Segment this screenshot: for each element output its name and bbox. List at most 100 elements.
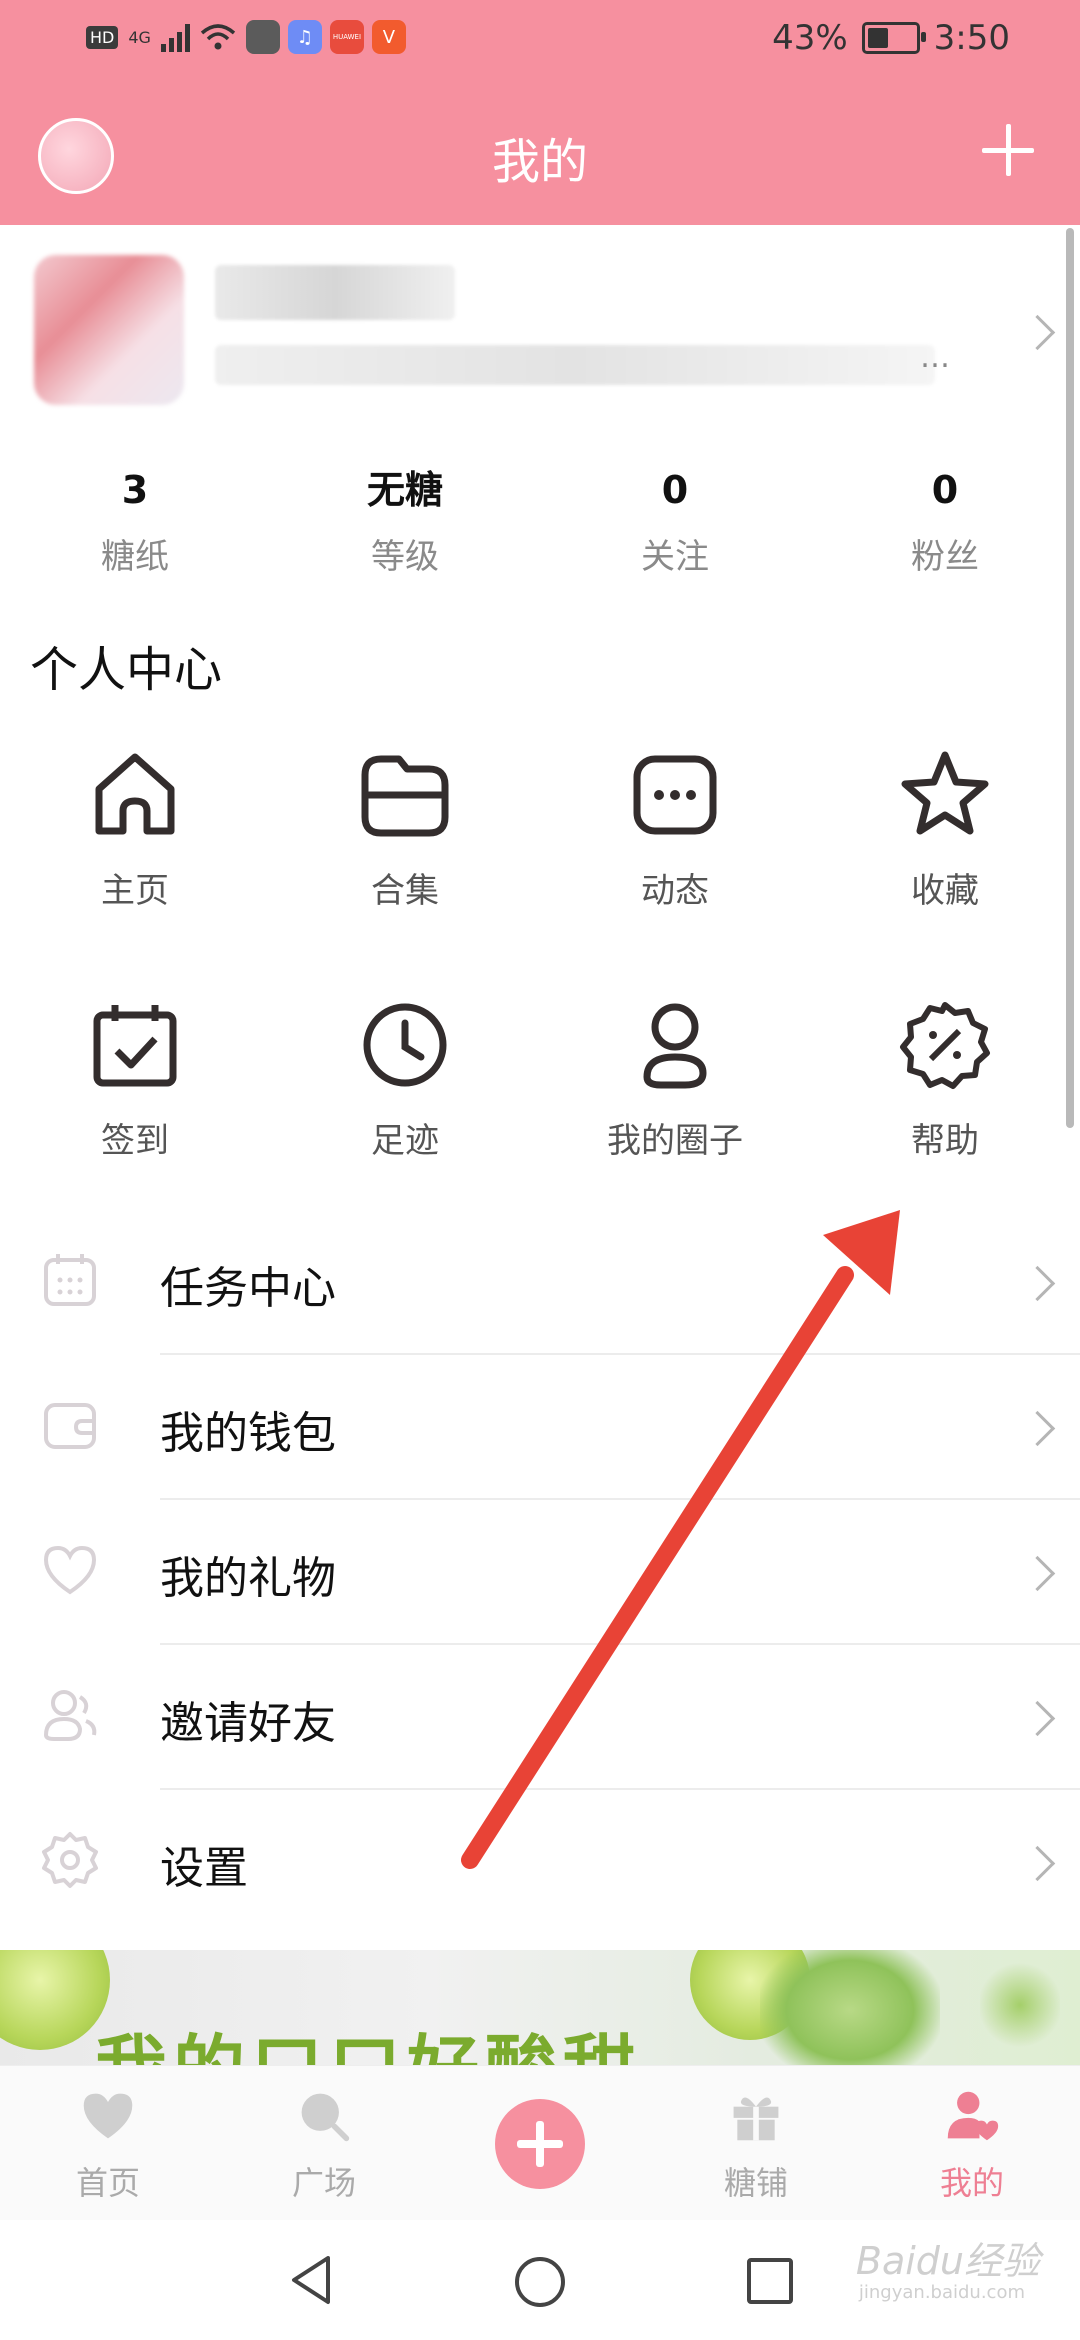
back-triangle-icon[interactable] (286, 2252, 336, 2308)
gift-icon (733, 2097, 779, 2141)
nav-tab-shop[interactable]: 糖铺 (648, 2066, 864, 2221)
stat-label: 糖纸 (101, 537, 169, 577)
gear-icon (42, 1832, 98, 1888)
stat-value: 无糖 (366, 468, 443, 512)
section-title: 个人中心 (30, 642, 223, 698)
list-item-settings[interactable]: 设置 (0, 1790, 1080, 1935)
profile-signature-blurred (215, 345, 935, 385)
grid-label: 签到 (101, 1121, 169, 1161)
grid-label: 主页 (101, 871, 169, 911)
home-icon (95, 753, 175, 835)
status-bar-right: 43% 3:50 (772, 18, 1010, 58)
chevron-right-icon (1019, 1700, 1056, 1737)
chevron-right-icon (1019, 1410, 1056, 1447)
nav-label-active: 我的 (939, 2164, 1004, 2202)
publish-button[interactable] (495, 2099, 585, 2189)
stat-label: 关注 (641, 537, 709, 577)
grid-item-dynamic[interactable]: 动态 (540, 745, 810, 965)
stat-level[interactable]: 无糖 等级 (270, 465, 540, 595)
chevron-right-icon (1019, 314, 1056, 351)
nav-label: 首页 (75, 2164, 140, 2202)
chevron-right-icon (1019, 1265, 1056, 1302)
grid-item-favorites[interactable]: 收藏 (810, 745, 1080, 965)
calendar-check-icon (93, 1005, 177, 1087)
list-item-task-center[interactable]: 任务中心 (0, 1210, 1080, 1355)
battery-fill (867, 28, 888, 48)
status-bar-left: HD 4G ♫ HUAWEI V (86, 20, 406, 54)
mint-leaves (760, 1950, 940, 2065)
list-label: 我的钱包 (160, 1408, 336, 1459)
stat-tangzhi[interactable]: 3 糖纸 (0, 465, 270, 595)
stat-value: 3 (121, 468, 149, 512)
stat-value: 0 (931, 468, 959, 512)
chevron-right-icon (1019, 1555, 1056, 1592)
stat-fans[interactable]: 0 粉丝 (810, 465, 1080, 595)
nav-label: 糖铺 (723, 2164, 788, 2202)
help-badge-icon (900, 1002, 990, 1089)
user-heart-icon (947, 2091, 999, 2141)
battery-icon (861, 22, 926, 54)
grid-label: 合集 (371, 871, 439, 911)
user-circle-icon (643, 1003, 707, 1089)
promo-banner[interactable]: 我的口口好酸甜 (0, 1950, 1080, 2065)
page-title: 我的 (491, 134, 588, 190)
watermark-url: jingyan.baidu.com (858, 2282, 1025, 2303)
invite-friends-icon (43, 1690, 97, 1741)
stat-label: 粉丝 (911, 537, 979, 577)
app-icon-v: V (371, 20, 406, 54)
nav-tab-square[interactable]: 广场 (216, 2066, 432, 2221)
scrollbar[interactable] (1066, 228, 1074, 1128)
home-circle-icon[interactable] (512, 2254, 568, 2310)
chevron-right-icon (1019, 1845, 1056, 1882)
grid-label: 帮助 (911, 1121, 979, 1161)
grid-item-collection[interactable]: 合集 (270, 745, 540, 965)
heart-icon (43, 1545, 97, 1595)
list-label: 我的礼物 (160, 1553, 336, 1604)
wallet-icon (44, 1403, 96, 1449)
grid-item-my-circle[interactable]: 我的圈子 (540, 995, 810, 1215)
grid-item-checkin[interactable]: 签到 (0, 995, 270, 1215)
grid-label: 我的圈子 (607, 1121, 743, 1161)
list-label: 邀请好友 (160, 1698, 336, 1749)
leaf-decoration (980, 1960, 1060, 2050)
folder-icon (361, 755, 449, 837)
stat-value: 0 (661, 468, 689, 512)
calendar-icon (44, 1254, 96, 1306)
hd-badge: HD (86, 25, 119, 49)
watermark-brand: Baidu经验 (855, 2239, 1040, 2283)
app-icon-huawei: HUAWEI (329, 20, 364, 54)
app-icon-music: ♫ (287, 20, 322, 54)
profile-avatar (34, 255, 184, 405)
clock-time: 3:50 (933, 18, 1010, 58)
star-icon (901, 751, 989, 835)
recents-square-icon[interactable] (745, 2256, 795, 2306)
profile-ellipsis: … (920, 340, 950, 375)
nav-tab-home[interactable]: 首页 (0, 2066, 216, 2221)
grid-item-footprint[interactable]: 足迹 (270, 995, 540, 1215)
bottom-navigation: 首页 广场 糖铺 我的 (0, 2065, 1080, 2221)
wifi-icon (200, 24, 236, 50)
grid-item-home[interactable]: 主页 (0, 745, 270, 965)
heart-icon (83, 2093, 133, 2139)
grid-label: 收藏 (911, 871, 979, 911)
nav-tab-mine[interactable]: 我的 (864, 2066, 1080, 2221)
banner-text: 我的口口好酸甜 (95, 2010, 641, 2065)
list-item-wallet[interactable]: 我的钱包 (0, 1355, 1080, 1500)
battery-percent: 43% (772, 18, 848, 58)
add-button[interactable] (976, 118, 1040, 182)
stats-row: 3 糖纸 无糖 等级 0 关注 0 粉丝 (0, 465, 1080, 595)
app-icon-1 (245, 20, 280, 54)
search-icon (301, 2093, 350, 2142)
profile-card[interactable]: … (0, 225, 1080, 455)
clock-icon (363, 1003, 447, 1087)
list-item-gifts[interactable]: 我的礼物 (0, 1500, 1080, 1645)
list-label: 任务中心 (160, 1263, 336, 1314)
stat-following[interactable]: 0 关注 (540, 465, 810, 595)
network-label: 4G (128, 27, 151, 47)
app-notification-icons: ♫ HUAWEI V (245, 20, 406, 54)
list-label: 设置 (160, 1843, 248, 1894)
signal-icon (160, 22, 190, 52)
grid-label: 动态 (641, 871, 709, 911)
grid-item-help[interactable]: 帮助 (810, 995, 1080, 1215)
list-item-invite-friends[interactable]: 邀请好友 (0, 1645, 1080, 1790)
